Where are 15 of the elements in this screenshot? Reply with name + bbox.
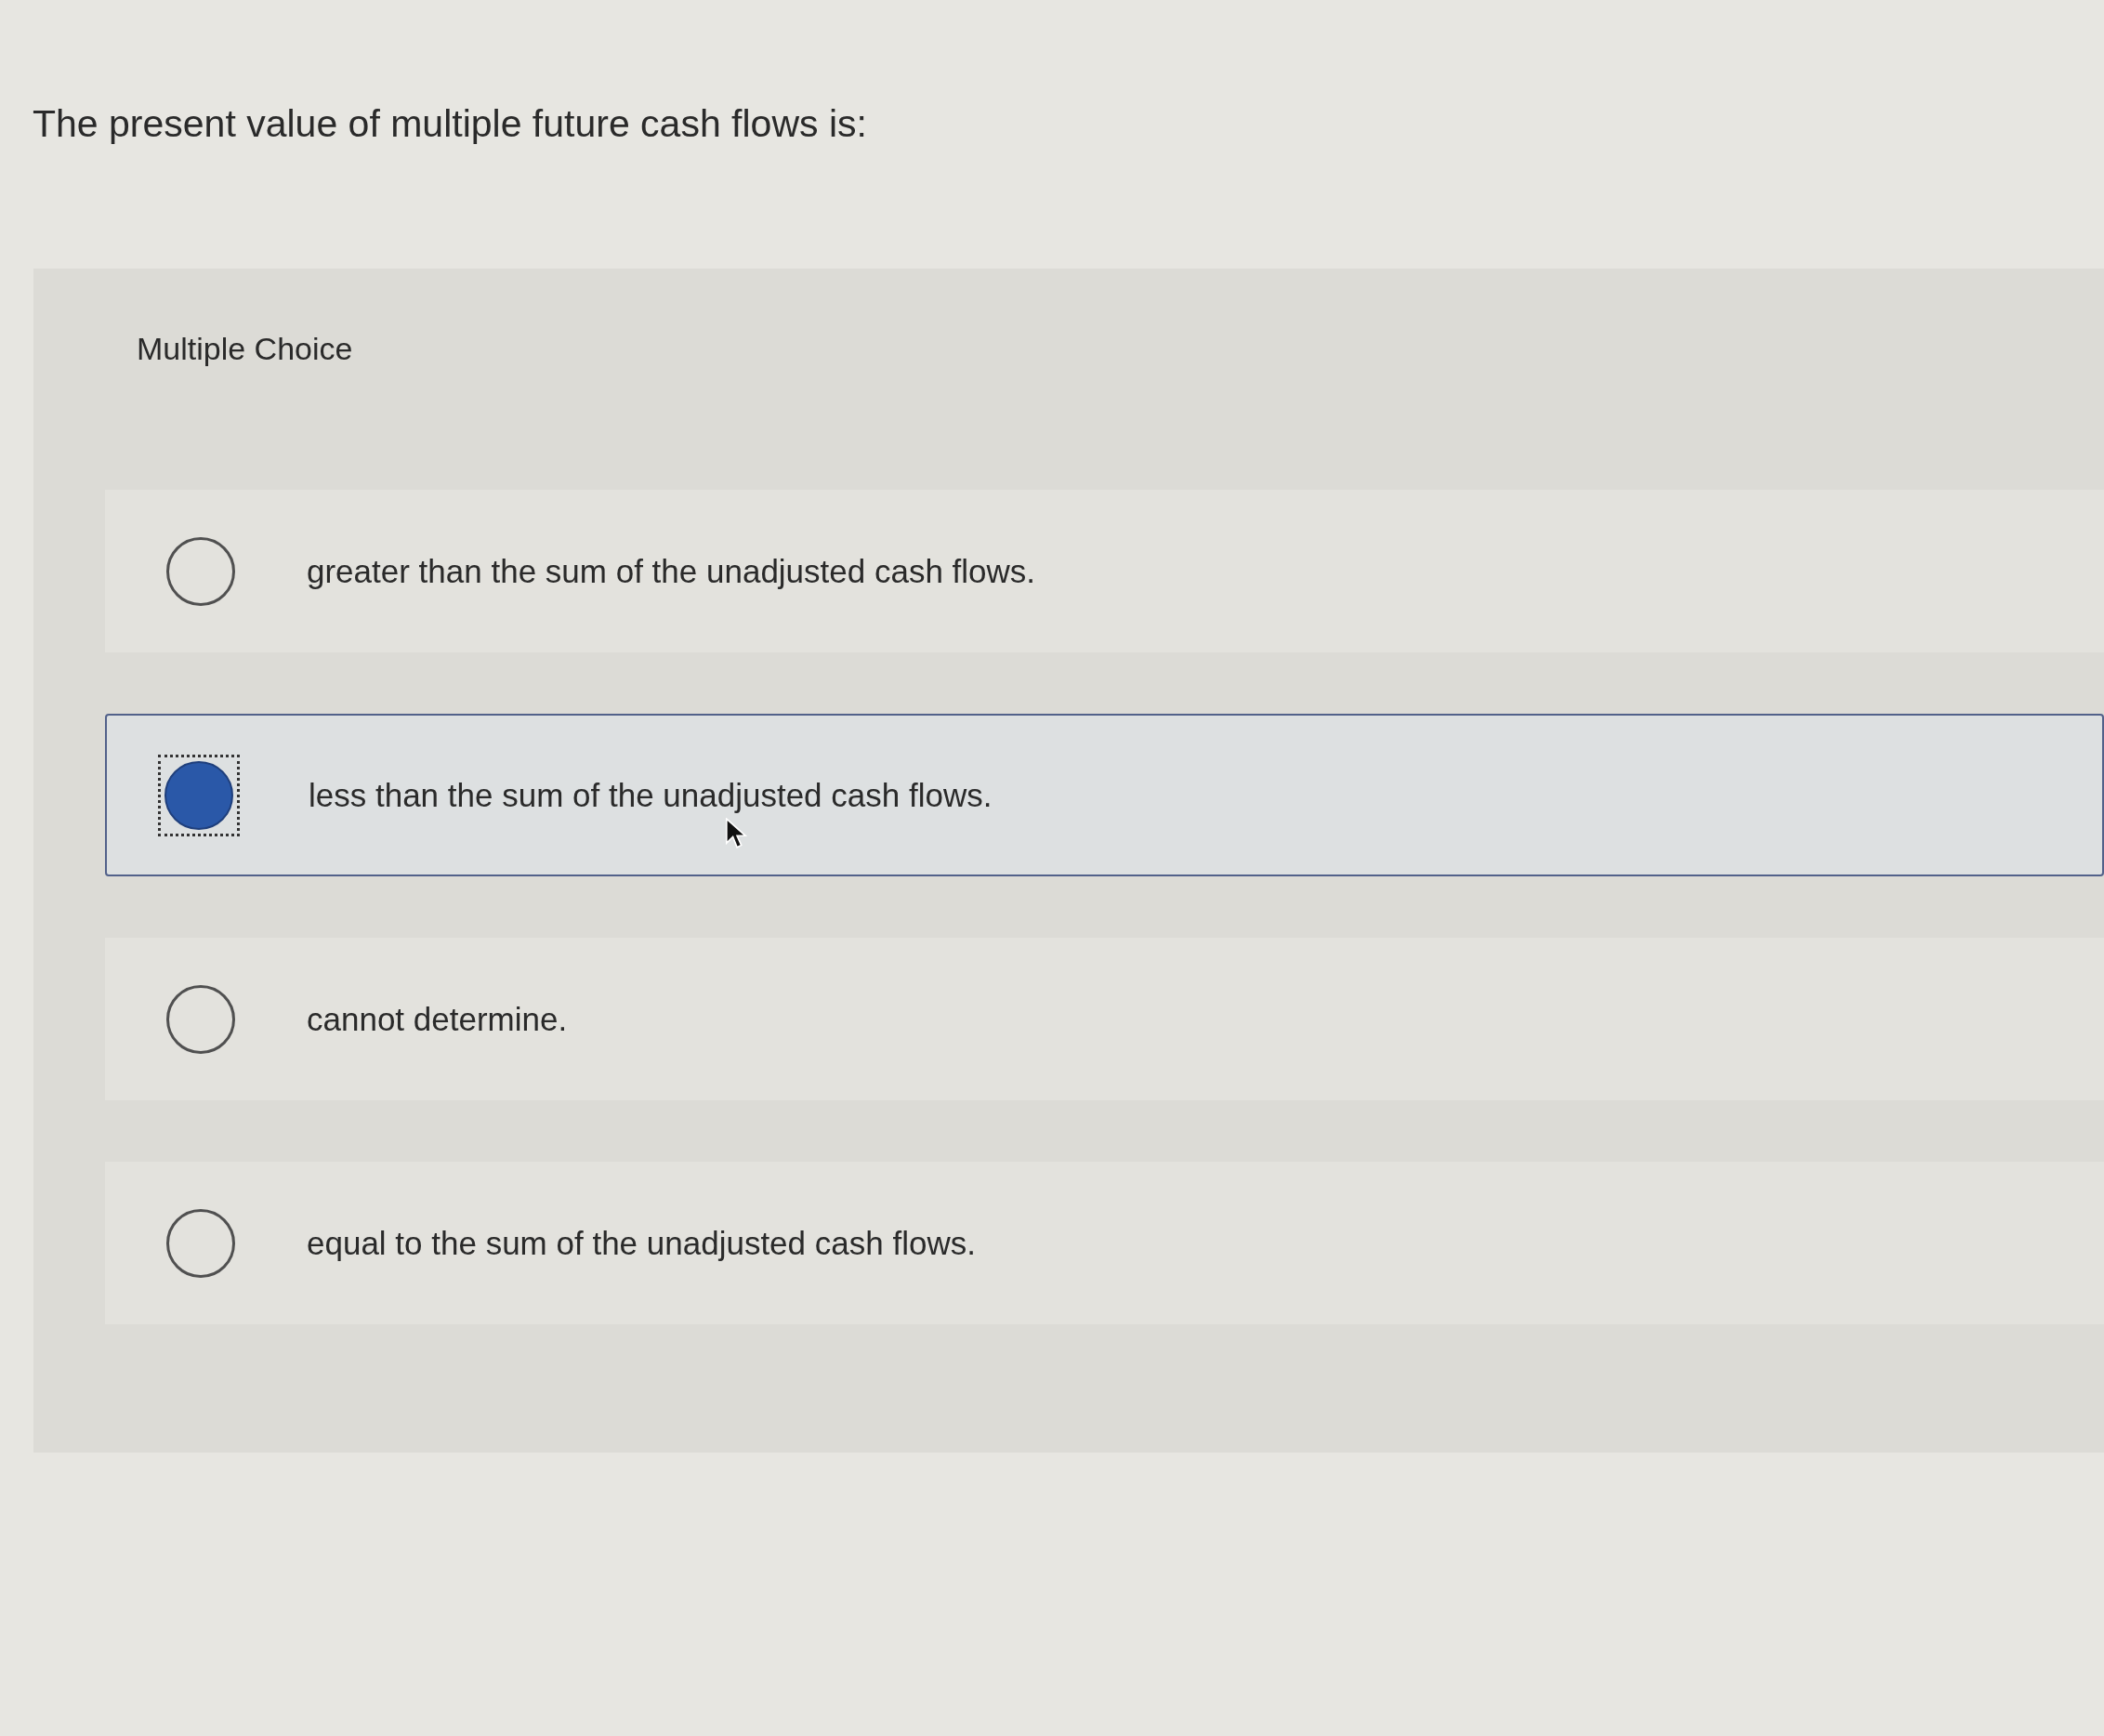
question-type-label: Multiple Choice <box>137 330 353 367</box>
radio-button[interactable] <box>166 1208 235 1278</box>
option-text: less than the sum of the unadjusted cash flows. <box>309 775 993 815</box>
radio-button[interactable] <box>166 536 235 606</box>
selected-option-row[interactable]: less than the sum of the unadjusted cash flows. <box>105 714 2104 876</box>
mouse-pointer-icon <box>725 818 747 849</box>
option-row[interactable]: cannot determine. <box>105 938 2104 1100</box>
question-text: The present value of multiple future cash flows is: <box>33 101 867 147</box>
option-text: cannot determine. <box>307 999 568 1039</box>
option-text: greater than the sum of the unadjusted cash flows. <box>307 551 1036 591</box>
option-row[interactable]: greater than the sum of the unadjusted cash flows. <box>105 490 2104 652</box>
option-row[interactable]: equal to the sum of the unadjusted cash flows. <box>105 1162 2104 1324</box>
radio-button[interactable] <box>166 984 235 1054</box>
radio-button-checked[interactable] <box>158 754 240 836</box>
option-text: equal to the sum of the unadjusted cash flows. <box>307 1223 976 1263</box>
